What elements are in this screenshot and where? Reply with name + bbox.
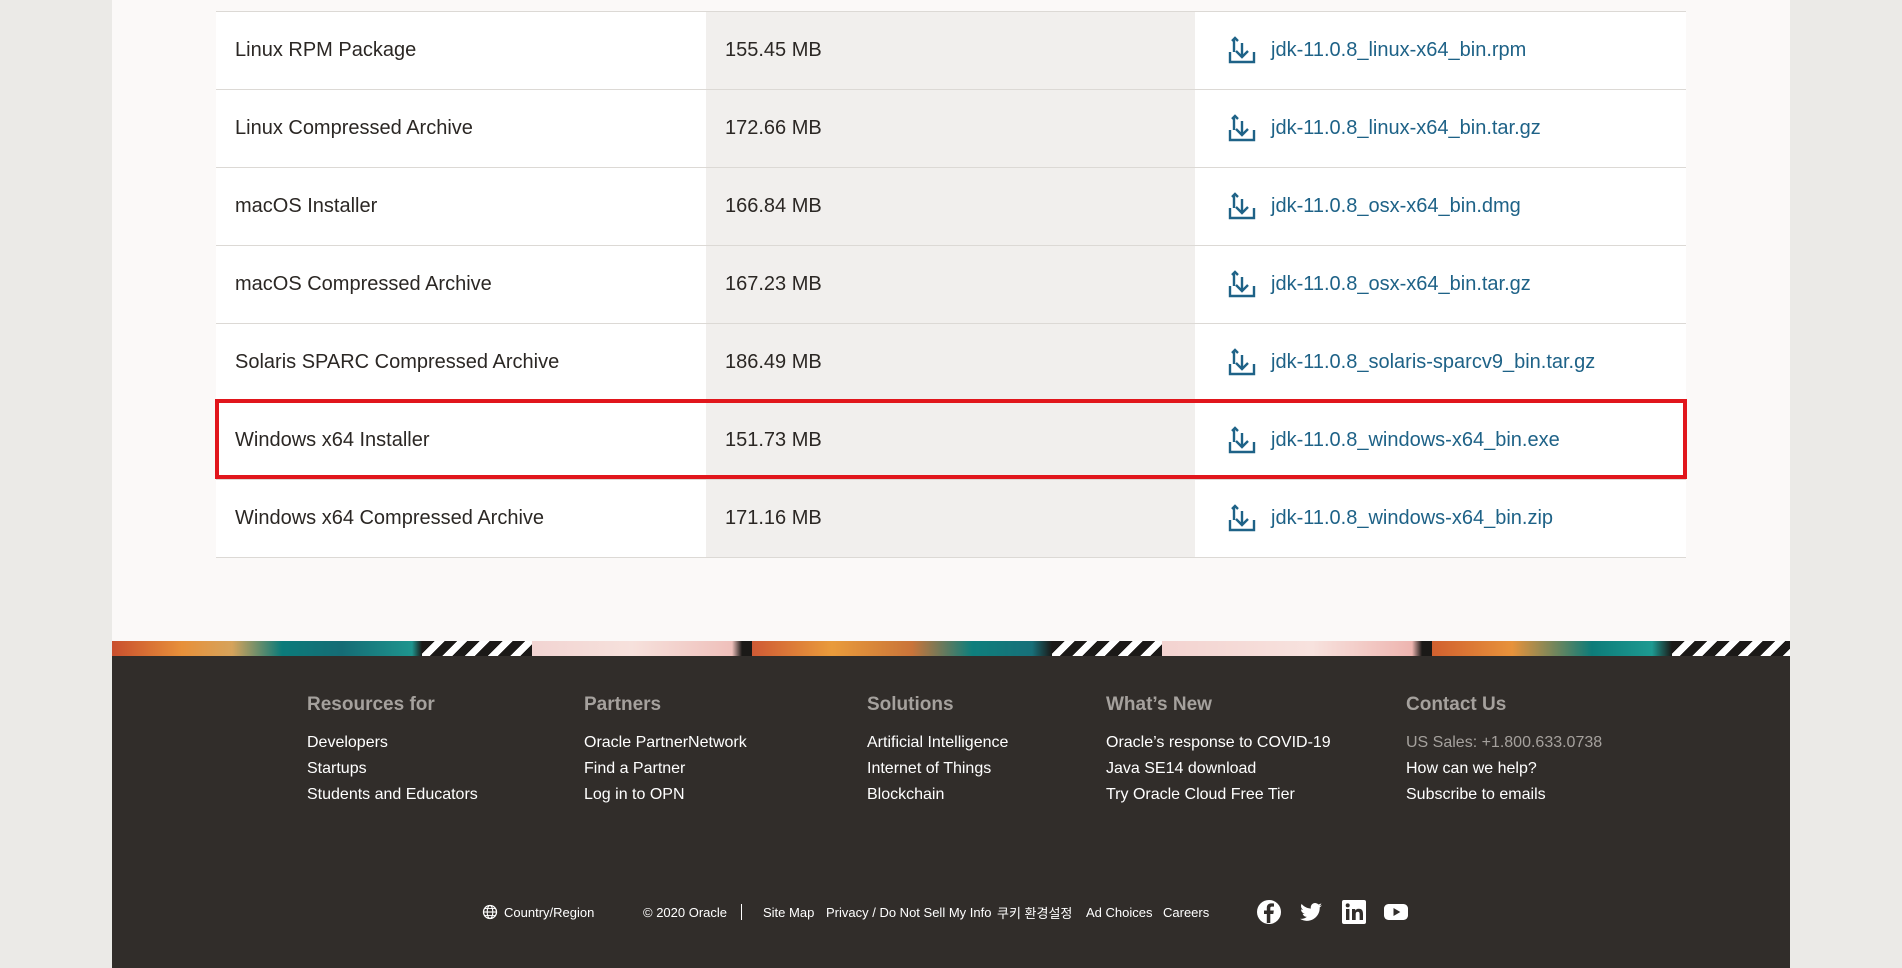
privacy-link[interactable]: Privacy / Do Not Sell My Info [826,899,991,925]
download-icon [1228,35,1256,63]
footer-link[interactable]: Internet of Things [867,756,1008,782]
product-name: Linux RPM Package [216,12,706,89]
globe-icon [482,904,498,920]
download-cell: jdk-11.0.8_windows-x64_bin.exe [1195,402,1686,479]
product-name: macOS Installer [216,168,706,245]
table-row: Windows x64 Installer 151.73 MB jdk-11.0… [216,402,1686,480]
footer-link[interactable]: Developers [307,730,478,756]
file-size: 172.66 MB [706,90,1195,167]
table-row: Solaris SPARC Compressed Archive 186.49 … [216,324,1686,402]
site-map-link[interactable]: Site Map [763,899,814,925]
footer-column-whats-new: What’s New Oracle’s response to COVID-19… [1106,694,1331,808]
decorative-pattern-band [112,641,1790,656]
facebook-icon[interactable] [1256,899,1282,925]
table-row: Linux RPM Package 155.45 MB jdk-11.0.8_l… [216,12,1686,90]
footer-link[interactable]: Log in to OPN [584,782,747,808]
download-cell: jdk-11.0.8_windows-x64_bin.zip [1195,480,1686,557]
twitter-icon[interactable] [1298,899,1324,925]
download-filename: jdk-11.0.8_osx-x64_bin.tar.gz [1271,273,1531,295]
file-size: 151.73 MB [706,402,1195,479]
careers-link[interactable]: Careers [1163,899,1209,925]
country-region-label: Country/Region [504,904,595,920]
footer-column-contact: Contact Us US Sales: +1.800.633.0738 How… [1406,694,1602,808]
file-size: 167.23 MB [706,246,1195,323]
footer-link[interactable]: Java SE14 download [1106,756,1331,782]
cookie-preferences-link[interactable]: 쿠키 환경설정 [997,899,1072,925]
site-footer: Resources for Developers Startups Studen… [112,656,1790,968]
footer-column-resources: Resources for Developers Startups Studen… [307,694,478,808]
footer-column-solutions: Solutions Artificial Intelligence Intern… [867,694,1008,808]
downloads-table: Linux RPM Package 155.45 MB jdk-11.0.8_l… [216,0,1686,558]
ad-choices-link[interactable]: Ad Choices [1086,899,1152,925]
download-icon [1228,113,1256,141]
file-size: 155.45 MB [706,12,1195,89]
download-filename: jdk-11.0.8_linux-x64_bin.tar.gz [1271,117,1541,139]
download-filename: jdk-11.0.8_windows-x64_bin.zip [1271,507,1554,529]
footer-column-partners: Partners Oracle PartnerNetwork Find a Pa… [584,694,747,808]
download-cell: jdk-11.0.8_solaris-sparcv9_bin.tar.gz [1195,324,1686,401]
download-filename: jdk-11.0.8_windows-x64_bin.exe [1271,429,1560,451]
footer-column-title: What’s New [1106,694,1212,715]
download-cell: jdk-11.0.8_osx-x64_bin.dmg [1195,168,1686,245]
country-region-link[interactable]: Country/Region [482,899,594,925]
download-link[interactable]: jdk-11.0.8_windows-x64_bin.exe [1227,425,1560,457]
download-cell: jdk-11.0.8_osx-x64_bin.tar.gz [1195,246,1686,323]
footer-link[interactable]: Startups [307,756,478,782]
product-name: Linux Compressed Archive [216,90,706,167]
table-row: macOS Compressed Archive 167.23 MB jdk-1… [216,246,1686,324]
download-cell: jdk-11.0.8_linux-x64_bin.tar.gz [1195,90,1686,167]
footer-link[interactable]: Oracle’s response to COVID-19 [1106,730,1331,756]
download-link[interactable]: jdk-11.0.8_windows-x64_bin.zip [1227,503,1553,535]
footer-column-title: Solutions [867,694,954,715]
download-link[interactable]: jdk-11.0.8_linux-x64_bin.rpm [1227,35,1526,67]
download-icon [1228,347,1256,375]
download-link[interactable]: jdk-11.0.8_solaris-sparcv9_bin.tar.gz [1227,347,1595,379]
sales-phone: US Sales: +1.800.633.0738 [1406,734,1603,751]
footer-link[interactable]: Oracle PartnerNetwork [584,730,747,756]
footer-link[interactable]: Students and Educators [307,782,478,808]
divider [741,904,742,920]
download-link[interactable]: jdk-11.0.8_osx-x64_bin.dmg [1227,191,1521,223]
youtube-icon[interactable] [1383,899,1409,925]
copyright-text: © 2020 Oracle [643,904,728,920]
footer-bottom-bar: Country/Region © 2020 Oracle Site Map Pr… [112,899,1790,925]
footer-link[interactable]: How can we help? [1406,756,1602,782]
table-row: Linux Compressed Archive 172.66 MB jdk-1… [216,90,1686,168]
product-name: macOS Compressed Archive [216,246,706,323]
download-filename: jdk-11.0.8_linux-x64_bin.rpm [1271,39,1527,61]
linkedin-icon[interactable] [1341,899,1367,925]
product-name: Solaris SPARC Compressed Archive [216,324,706,401]
product-name: Windows x64 Compressed Archive [216,480,706,557]
footer-link[interactable]: Blockchain [867,782,1008,808]
footer-link[interactable]: Try Oracle Cloud Free Tier [1106,782,1331,808]
footer-column-title: Resources for [307,694,435,715]
file-size: 186.49 MB [706,324,1195,401]
footer-link[interactable]: Subscribe to emails [1406,782,1602,808]
download-cell: jdk-11.0.8_linux-x64_bin.rpm [1195,12,1686,89]
file-size: 171.16 MB [706,480,1195,557]
download-icon [1228,425,1256,453]
table-row: macOS Installer 166.84 MB jdk-11.0.8_osx… [216,168,1686,246]
footer-link[interactable]: Find a Partner [584,756,747,782]
footer-link[interactable]: Artificial Intelligence [867,730,1008,756]
product-name: Windows x64 Installer [216,402,706,479]
download-icon [1228,191,1256,219]
footer-column-title: Contact Us [1406,694,1507,715]
download-filename: jdk-11.0.8_solaris-sparcv9_bin.tar.gz [1271,351,1596,373]
download-icon [1228,269,1256,297]
download-filename: jdk-11.0.8_osx-x64_bin.dmg [1271,195,1521,217]
download-link[interactable]: jdk-11.0.8_linux-x64_bin.tar.gz [1227,113,1541,145]
footer-column-title: Partners [584,694,662,715]
table-row: Windows x64 Compressed Archive 171.16 MB… [216,480,1686,558]
download-link[interactable]: jdk-11.0.8_osx-x64_bin.tar.gz [1227,269,1531,301]
file-size: 166.84 MB [706,168,1195,245]
download-icon [1228,503,1256,531]
